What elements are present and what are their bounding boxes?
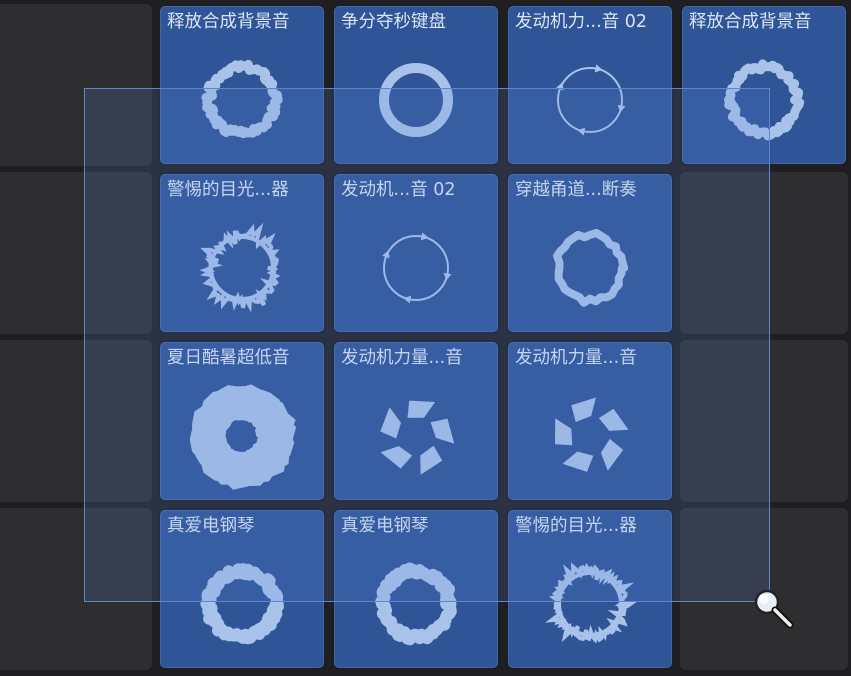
loop-cell[interactable]: 发动机力...音 02 (506, 4, 674, 166)
ring-arrows-waveform-icon (556, 64, 626, 136)
loop-cell[interactable]: 夏日酷暑超低音 (158, 340, 326, 502)
magnifier-zoom-icon (754, 589, 794, 629)
empty-cell[interactable] (680, 340, 848, 502)
ring-rough-waveform-icon (201, 59, 283, 139)
loop-cell[interactable]: 争分夺秒键盘 (332, 4, 500, 166)
ring-arrows-waveform-icon (382, 232, 452, 304)
ring-spiky-waveform-icon (544, 562, 637, 644)
loop-cell[interactable]: 警惕的目光...器 (506, 508, 674, 670)
ring-bumpy-waveform-icon (553, 228, 629, 307)
empty-cell[interactable] (0, 340, 152, 502)
swirl-blades-waveform-icon (380, 400, 455, 475)
ring-rough-thick-waveform-icon (200, 563, 284, 645)
ring-spiky-waveform-icon (199, 222, 281, 313)
donut-thick-waveform-icon (189, 384, 297, 490)
empty-cell[interactable] (680, 172, 848, 334)
empty-cell[interactable] (0, 172, 152, 334)
ring-rough-waveform-icon (724, 59, 805, 141)
loop-cell[interactable]: 发动机...音 02 (332, 172, 500, 334)
empty-cell[interactable] (0, 4, 152, 166)
live-loops-grid: 释放合成背景音 争分夺秒键盘 发动机力...音 02 释放合成背景音 警惕的目光...器… (0, 0, 851, 676)
ring-rough-thick-waveform-icon (375, 562, 457, 646)
empty-cell[interactable] (0, 508, 152, 670)
ring-smooth-waveform-icon (379, 63, 453, 137)
loop-cell[interactable]: 释放合成背景音 (158, 4, 326, 166)
loop-cell[interactable]: 发动机力量...音 (332, 340, 500, 502)
loop-cell[interactable]: 释放合成背景音 (680, 4, 848, 166)
loop-cell[interactable]: 真爱电钢琴 (158, 508, 326, 670)
loop-cell[interactable]: 警惕的目光...器 (158, 172, 326, 334)
swirl-blades-waveform-icon (555, 397, 629, 472)
loop-cell[interactable]: 穿越甬道...断奏 (506, 172, 674, 334)
loop-cell[interactable]: 真爱电钢琴 (332, 508, 500, 670)
loop-cell[interactable]: 发动机力量...音 (506, 340, 674, 502)
